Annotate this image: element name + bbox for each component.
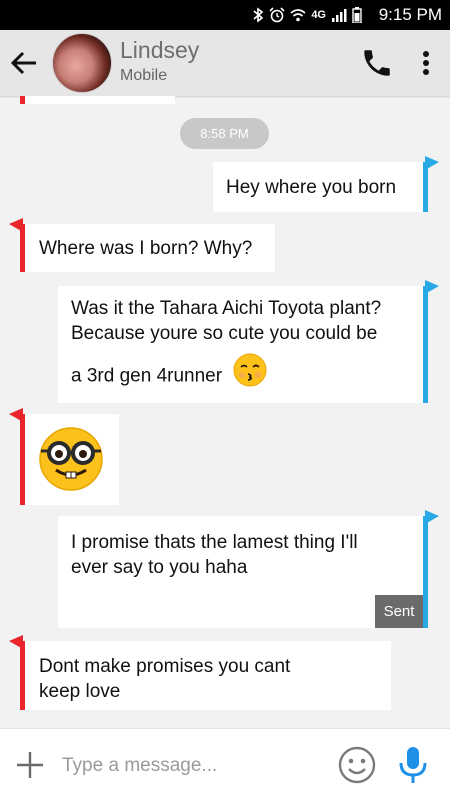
- smiley-icon: [338, 746, 376, 784]
- conversation-header: Lindsey Mobile: [0, 30, 450, 96]
- status-time: 9:15 PM: [378, 5, 442, 24]
- timestamp-pill: 8:58 PM: [180, 118, 269, 149]
- message-line: keep love: [39, 681, 121, 702]
- battery-icon: [352, 7, 362, 23]
- message-line: Because youre so cute you could be: [71, 323, 378, 344]
- plus-icon: [17, 752, 43, 778]
- avatar[interactable]: [52, 33, 112, 93]
- status-icons: 4G: [252, 6, 362, 24]
- more-options-button[interactable]: [412, 46, 440, 80]
- message-bubble-outgoing[interactable]: I promise thats the lamest thing I'll ev…: [58, 510, 439, 628]
- add-attachment-button[interactable]: [14, 749, 46, 781]
- message-line: ever say to you haha: [71, 557, 248, 578]
- outgoing-tail-icon: [425, 280, 439, 294]
- incoming-tail-icon: [9, 218, 23, 232]
- message-bubble-incoming[interactable]: Dont make promises you cant keep love: [9, 635, 391, 710]
- message-bubble-incoming[interactable]: Where was I born? Why?: [9, 218, 275, 272]
- message-text: Where was I born? Why?: [39, 238, 253, 259]
- voice-input-button[interactable]: [398, 745, 428, 785]
- message-bubble-outgoing[interactable]: Hey where you born: [213, 156, 439, 212]
- message-text: Hey where you born: [226, 177, 397, 198]
- outgoing-tail-icon: [425, 156, 439, 170]
- message-composer: [0, 728, 450, 801]
- message-line: a 3rd gen 4runner: [71, 365, 223, 387]
- message-line: Was it the Tahara Aichi Toyota plant?: [71, 298, 382, 319]
- more-vert-icon: [423, 51, 429, 75]
- emoji-button[interactable]: [338, 746, 376, 784]
- microphone-icon: [399, 747, 427, 783]
- alarm-icon: [269, 7, 285, 23]
- incoming-tail-icon: [9, 408, 23, 422]
- conversation-area[interactable]: 8:58 PM Hey where you born Where was I b…: [0, 96, 450, 728]
- message-bubble-incoming[interactable]: [9, 408, 119, 505]
- sent-status-badge: Sent: [375, 595, 423, 628]
- back-button[interactable]: [8, 46, 42, 80]
- message-line: I promise thats the lamest thing I'll: [71, 532, 358, 553]
- message-line: Dont make promises you cant: [39, 656, 291, 677]
- incoming-tail-icon: [9, 635, 23, 649]
- phone-icon: [364, 50, 390, 76]
- nerd-face-emoji: [38, 426, 104, 499]
- back-arrow-icon: [10, 51, 36, 75]
- contact-name: Lindsey: [120, 37, 200, 63]
- call-button[interactable]: [360, 46, 394, 80]
- message-input[interactable]: [60, 749, 334, 783]
- outgoing-tail-icon: [425, 510, 439, 524]
- message-bubble-incoming[interactable]: [20, 96, 175, 104]
- kissing-face-emoji: [233, 353, 267, 400]
- message-bubble-outgoing[interactable]: Was it the Tahara Aichi Toyota plant? Be…: [58, 280, 439, 403]
- network-type-label: 4G: [311, 9, 326, 21]
- contact-subtitle: Mobile: [120, 67, 168, 84]
- wifi-icon: [290, 8, 306, 22]
- bluetooth-icon: [252, 7, 264, 23]
- signal-icon: [331, 8, 347, 22]
- status-bar: 4G 9:15 PM: [0, 0, 450, 30]
